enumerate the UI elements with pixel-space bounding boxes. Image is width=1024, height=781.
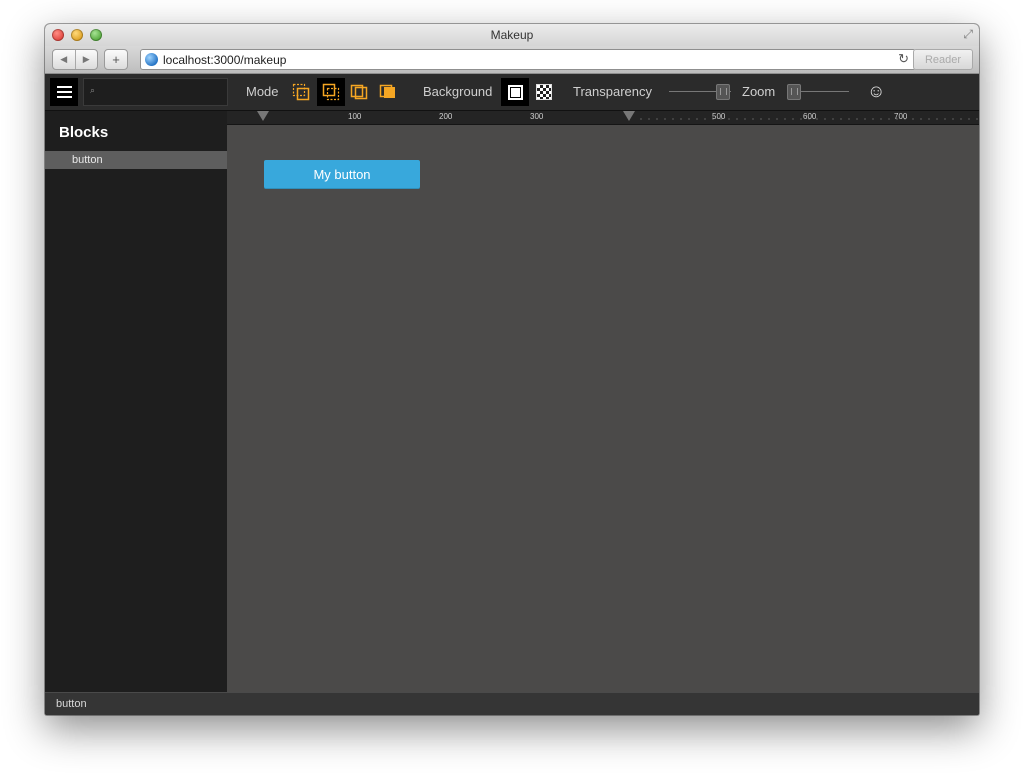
back-button[interactable]: ◀ — [53, 50, 75, 69]
zoom-label: Zoom — [742, 84, 776, 99]
mode-outline-icon — [292, 83, 310, 101]
my-button[interactable]: My button — [264, 160, 420, 189]
hamburger-menu-button[interactable] — [50, 78, 78, 106]
mode-filled-button[interactable] — [374, 78, 402, 106]
menu-line — [56, 96, 72, 98]
horizontal-ruler: 100 200 300 500 600 700 — [227, 111, 979, 125]
smiley-icon[interactable]: ☺ — [867, 81, 885, 102]
fullscreen-icon[interactable]: ⤢ — [963, 27, 973, 42]
block-search-input[interactable]: ⌕ — [83, 78, 228, 106]
menu-line — [56, 86, 72, 88]
mode-outline-button[interactable] — [287, 78, 315, 106]
mode-overlap-icon — [350, 84, 368, 100]
ruler-label: 700 — [894, 112, 908, 121]
sidebar-item-button[interactable]: button — [45, 151, 227, 169]
window-title: Makeup — [490, 28, 534, 42]
checkerboard-icon — [536, 84, 552, 100]
add-bookmark-button[interactable]: + — [104, 49, 128, 70]
transparency-slider-thumb[interactable] — [715, 84, 730, 100]
mode-label: Mode — [246, 84, 279, 99]
ruler-label: 500 — [712, 112, 726, 121]
ruler-end-marker[interactable] — [623, 111, 635, 121]
background-white-button[interactable] — [501, 78, 529, 106]
ruler-start-marker[interactable] — [257, 111, 269, 121]
title-bar: Makeup ⤢ — [45, 24, 979, 46]
browser-toolbar: ◀ ▶ + localhost:3000/makeup ↻ Reader — [45, 46, 979, 74]
sidebar-heading: Blocks — [59, 124, 109, 141]
sidebar-item-label: button — [72, 154, 103, 166]
background-label: Background — [423, 84, 493, 99]
mode-filled-icon — [379, 84, 395, 98]
ruler-label: 600 — [803, 112, 817, 121]
address-bar[interactable]: localhost:3000/makeup ↻ — [140, 49, 916, 70]
preview-canvas: My button — [227, 125, 979, 692]
mode-dashed-icon — [322, 83, 340, 101]
background-checker-button[interactable] — [530, 78, 558, 106]
globe-icon — [145, 53, 158, 66]
ruler-label: 300 — [530, 112, 544, 121]
history-nav: ◀ ▶ — [52, 49, 98, 70]
browser-window: Makeup ⤢ ◀ ▶ + localhost:3000/makeup ↻ R… — [45, 24, 979, 715]
search-icon: ⌕ — [90, 85, 96, 95]
zoom-slider-thumb[interactable] — [787, 84, 801, 100]
status-text: button — [56, 698, 87, 710]
ruler-label: 100 — [348, 112, 362, 121]
mode-dashed-button[interactable] — [317, 78, 345, 106]
app-toolbar: ⌕ Mode Background Transparency Zoom ☺ — [45, 74, 979, 111]
ruler-label: 200 — [439, 112, 453, 121]
forward-button[interactable]: ▶ — [74, 50, 98, 69]
url-text: localhost:3000/makeup — [163, 53, 287, 67]
reload-icon[interactable]: ↻ — [898, 51, 909, 67]
mode-overlap-button[interactable] — [345, 78, 373, 106]
blocks-sidebar: Blocks button — [45, 111, 227, 692]
status-bar: button — [45, 692, 979, 715]
menu-line — [56, 91, 72, 93]
transparency-label: Transparency — [573, 84, 652, 99]
reader-button[interactable]: Reader — [913, 49, 973, 70]
white-square-icon — [507, 84, 523, 100]
